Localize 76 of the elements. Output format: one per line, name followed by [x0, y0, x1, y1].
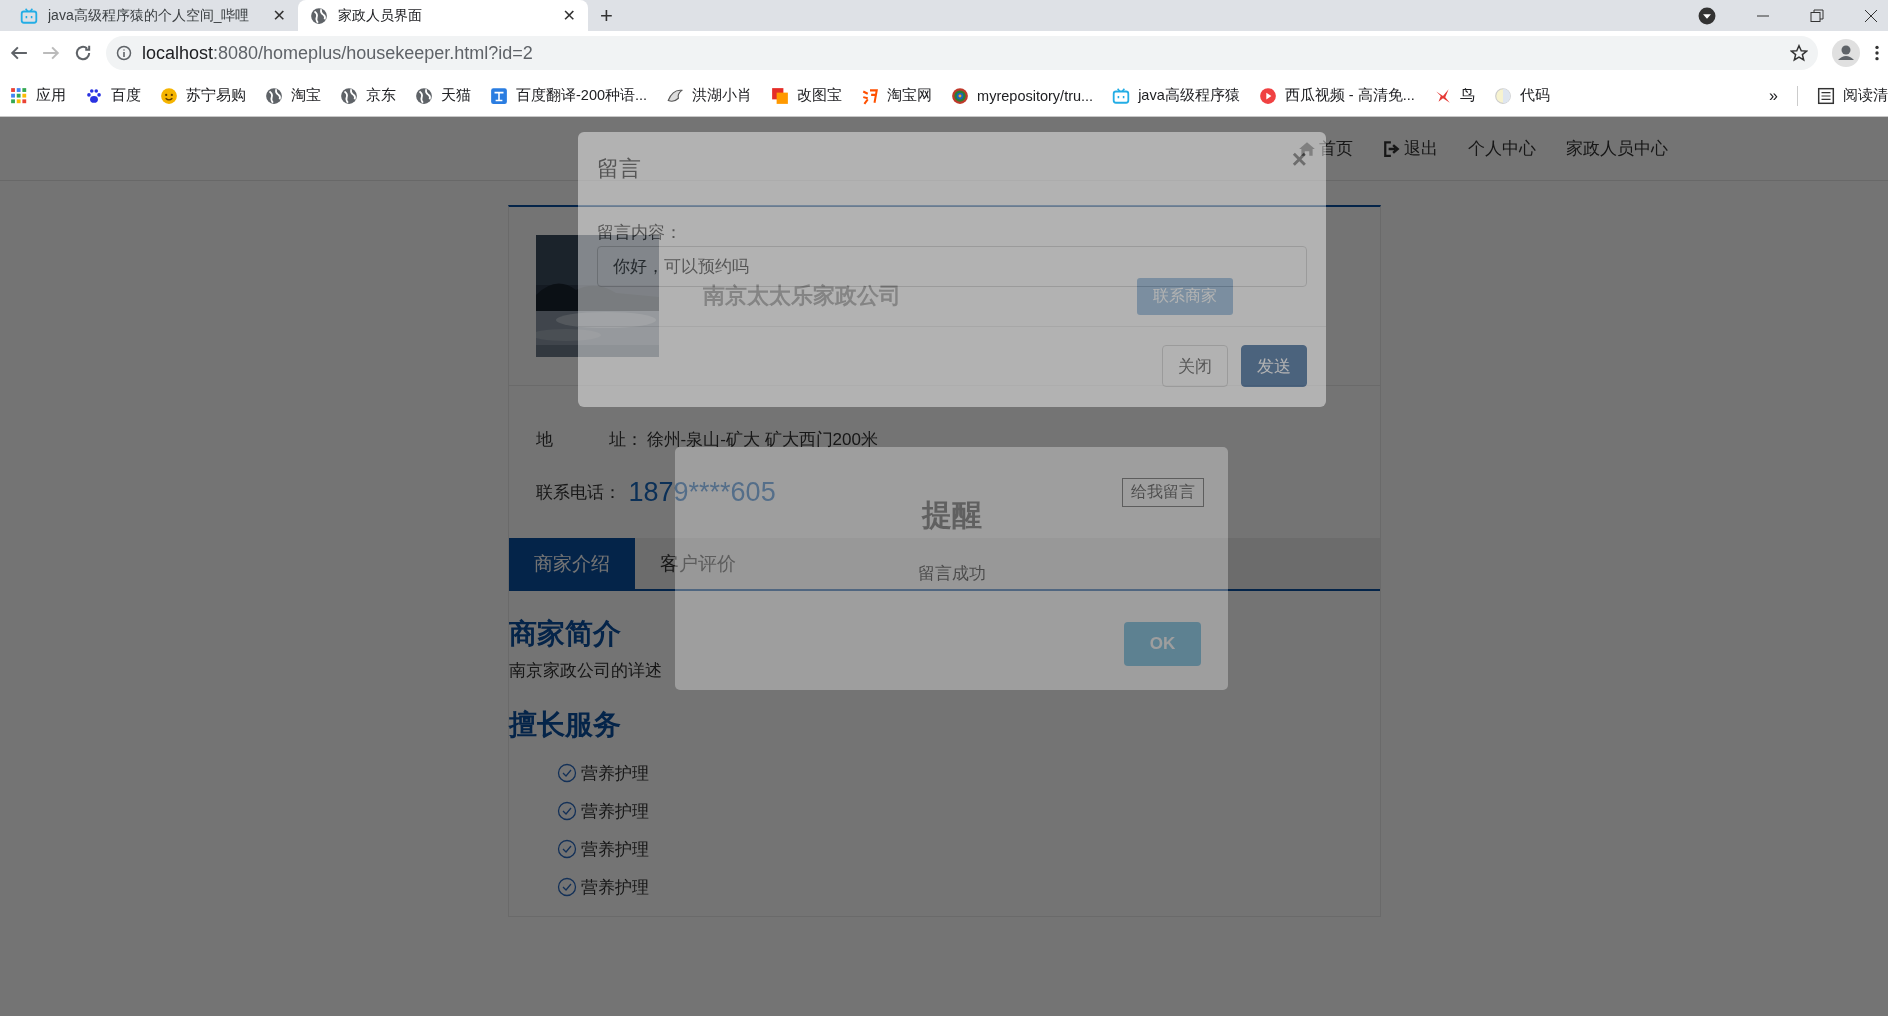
translate-icon: [490, 86, 508, 105]
bookmark-link[interactable]: 百度: [111, 86, 141, 105]
nav-link[interactable]: 家政人员中心: [1566, 137, 1668, 160]
apps-grid-icon: [10, 86, 28, 105]
nav-link[interactable]: 退出: [1404, 137, 1438, 160]
field-label: 留言内容：: [597, 222, 683, 244]
tv-icon: [1112, 86, 1131, 105]
bookmark-link[interactable]: 苏宁易购: [186, 86, 246, 105]
profile-menu-icon[interactable]: [1698, 6, 1716, 25]
bookmark-link[interactable]: java高级程序猿: [1138, 86, 1240, 105]
address-label: 地: [535, 428, 553, 451]
dialog-title: 留言: [597, 155, 642, 183]
bookmark-link[interactable]: 淘宝网: [887, 86, 933, 105]
close-icon[interactable]: [1864, 8, 1878, 23]
service-item: 营养护理: [580, 800, 649, 823]
address-bar[interactable]: localhost:8080/homeplus/housekeeper.html?id=2: [106, 36, 1818, 70]
globe-icon: [310, 6, 328, 25]
reading-list-link[interactable]: 阅读清: [1843, 86, 1888, 105]
tv-icon: [20, 6, 38, 25]
list-icon[interactable]: [1817, 86, 1835, 105]
bookmark-link[interactable]: 鸟: [1459, 86, 1475, 105]
new-tab-button[interactable]: +: [600, 2, 613, 29]
bookmark-link[interactable]: 应用: [36, 86, 66, 105]
phone-number: 1879****605: [628, 476, 777, 508]
bookmark-link[interactable]: myrepository/tru...: [977, 87, 1094, 104]
bookmark-link[interactable]: 代码: [1519, 86, 1550, 105]
globe-icon: [340, 86, 358, 105]
swirl-icon: [951, 86, 970, 105]
more-bookmarks-button[interactable]: »: [1769, 86, 1778, 105]
address-value: 徐州-泉山-矿大 矿大西门200米: [646, 428, 878, 451]
bookmark-link[interactable]: 西瓜视频 - 高清免...: [1284, 86, 1415, 105]
tao-icon: [861, 86, 880, 105]
play-icon: [1258, 86, 1277, 105]
check-circle-icon: [556, 877, 577, 897]
star-icon[interactable]: [1790, 44, 1808, 62]
url-host: localhost: [142, 42, 214, 63]
section-heading: 商家简介: [508, 617, 621, 651]
bookmark-link[interactable]: 洪湖小肖: [692, 86, 753, 105]
paw-icon: [85, 86, 103, 105]
section-heading: 擅长服务: [508, 708, 621, 742]
reload-icon[interactable]: [74, 44, 92, 62]
bookmark-link[interactable]: 百度翻译-200种语...: [516, 86, 648, 105]
check-circle-icon: [556, 839, 577, 859]
logout-icon: [1383, 139, 1401, 158]
restore-icon[interactable]: [1810, 8, 1824, 23]
info-icon[interactable]: [116, 45, 132, 61]
check-circle-icon: [556, 801, 577, 821]
globe-icon: [265, 86, 283, 105]
bookmark-link[interactable]: 天猫: [441, 86, 471, 105]
browser-tab[interactable]: 家政人员界面 ✕: [298, 0, 588, 31]
bookmark-link[interactable]: 改图宝: [797, 86, 843, 105]
dialog-button[interactable]: 关闭: [1162, 345, 1228, 387]
service-item: 营养护理: [580, 762, 649, 785]
bookmark-link[interactable]: 淘宝: [291, 86, 321, 105]
service-item: 营养护理: [580, 838, 649, 861]
back-icon[interactable]: [10, 44, 28, 62]
browser-tab[interactable]: java高级程序猿的个人空间_哔哩 ✕: [8, 0, 298, 31]
circle-icon: [1493, 86, 1512, 105]
profile-icon[interactable]: [1832, 39, 1860, 67]
close-tab-button[interactable]: ✕: [562, 6, 576, 25]
bookmark-link[interactable]: 京东: [366, 86, 396, 105]
globe-icon: [415, 86, 433, 105]
service-item: 营养护理: [580, 876, 649, 899]
alert-message: 留言成功: [917, 563, 986, 585]
nav-link[interactable]: 个人中心: [1468, 137, 1536, 160]
squares-icon: [771, 86, 790, 105]
smiley-icon: [160, 86, 178, 105]
url-path: :8080/homeplus/housekeeper.html?id=2: [213, 42, 533, 63]
intro-text: 南京家政公司的详述: [508, 660, 662, 682]
address-label: 址：: [608, 428, 643, 451]
close-tab-button[interactable]: ✕: [272, 6, 286, 25]
alert-title: 提醒: [921, 497, 982, 533]
menu-icon[interactable]: [1874, 44, 1880, 62]
message-input[interactable]: 你好，可以预约吗: [597, 246, 1307, 287]
phone-label: 联系电话：: [535, 481, 621, 504]
check-circle-icon: [556, 763, 577, 783]
